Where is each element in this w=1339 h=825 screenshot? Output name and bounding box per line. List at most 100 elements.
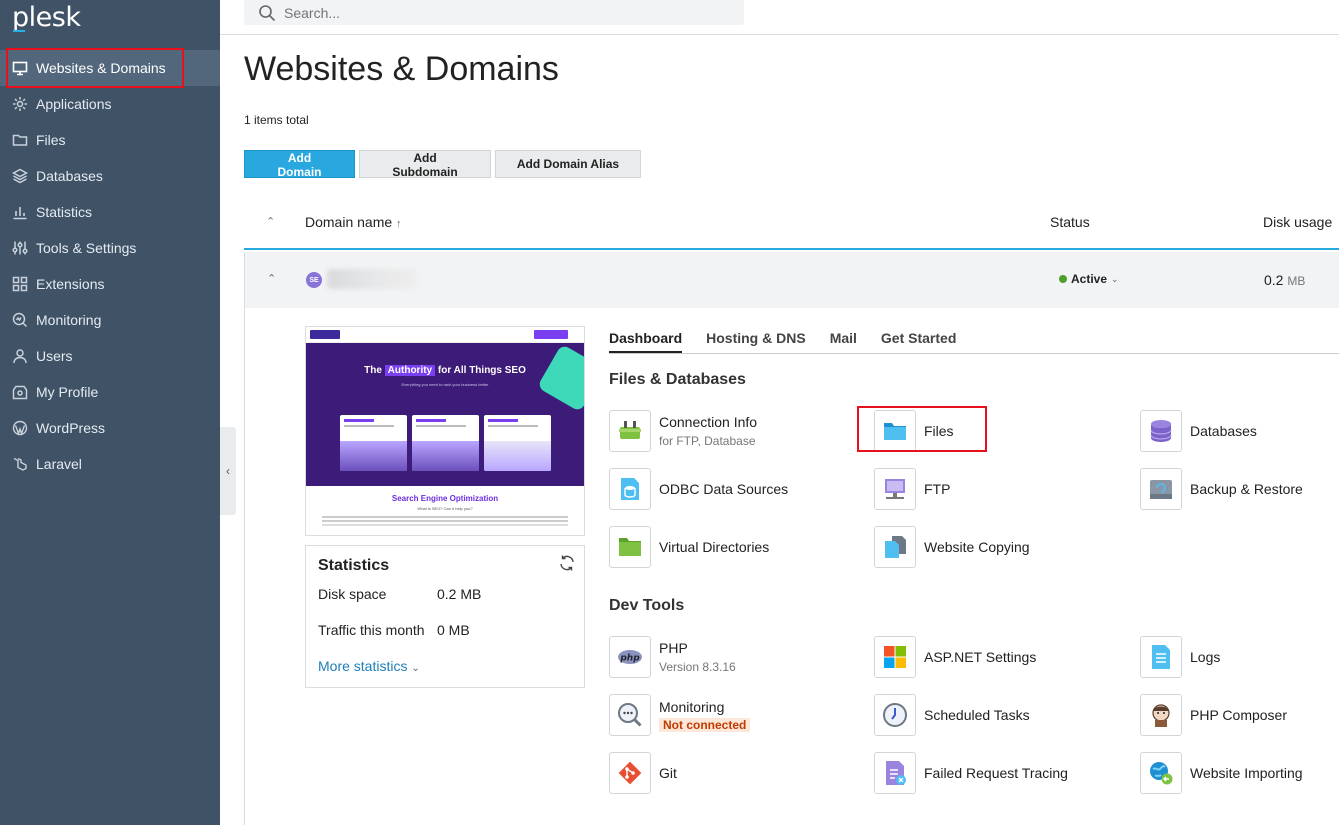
sidebar-item-monitoring[interactable]: Monitoring	[0, 302, 220, 338]
tool-label: Logs	[1190, 649, 1221, 665]
tool-php-composer[interactable]: PHP Composer	[1140, 694, 1287, 736]
svg-text:php: php	[619, 654, 640, 664]
bar-chart-icon	[12, 204, 28, 220]
tool-website-importing[interactable]: Website Importing	[1140, 752, 1303, 794]
tool-php[interactable]: php PHP Version 8.3.16	[609, 636, 736, 678]
sidebar-item-laravel[interactable]: Laravel	[0, 446, 220, 482]
column-status: Status	[1050, 214, 1090, 230]
sort-arrow-icon: ↑	[396, 218, 402, 230]
preview-card	[484, 415, 551, 471]
sidebar-item-label: Databases	[36, 168, 103, 184]
collapse-all-icon[interactable]: ⌃	[266, 215, 275, 228]
tool-label: PHP	[659, 640, 688, 656]
gear-icon	[12, 96, 28, 112]
sidebar-item-my-profile[interactable]: My Profile	[0, 374, 220, 410]
folder-icon	[12, 132, 28, 148]
tool-label: Virtual Directories	[659, 539, 770, 555]
git-icon	[609, 752, 651, 794]
sidebar-item-extensions[interactable]: Extensions	[0, 266, 220, 302]
tool-label: FTP	[924, 481, 951, 497]
domain-tabs: Dashboard Hosting & DNS Mail Get Started	[609, 330, 1339, 354]
sidebar-item-applications[interactable]: Applications	[0, 86, 220, 122]
tab-get-started[interactable]: Get Started	[881, 330, 956, 353]
tool-backup-restore[interactable]: Backup & Restore	[1140, 468, 1303, 510]
refresh-icon[interactable]	[558, 554, 576, 572]
sidebar-item-files[interactable]: Files	[0, 122, 220, 158]
statistics-title: Statistics	[318, 557, 390, 574]
copy-icon	[874, 526, 916, 568]
tool-logs[interactable]: Logs	[1140, 636, 1220, 678]
preview-decoration	[536, 343, 584, 413]
chevron-down-icon: ⌄	[1111, 273, 1119, 284]
tool-website-copying[interactable]: Website Copying	[874, 526, 1030, 568]
table-header: ⌃ Domain name ↑ Status Disk usage	[244, 205, 1339, 250]
tool-virtual-directories[interactable]: Virtual Directories	[609, 526, 769, 568]
sidebar-collapse-toggle[interactable]: ‹	[220, 427, 236, 515]
failed-request-icon	[874, 752, 916, 794]
tool-label: ASP.NET Settings	[924, 649, 1037, 665]
tab-mail[interactable]: Mail	[830, 330, 857, 353]
site-favicon: SE	[306, 272, 322, 288]
chevron-up-icon[interactable]: ⌃	[267, 272, 276, 285]
add-domain-alias-button[interactable]: Add Domain Alias	[495, 150, 641, 178]
sidebar-item-statistics[interactable]: Statistics	[0, 194, 220, 230]
tool-label: Website Copying	[924, 539, 1030, 555]
sidebar-item-label: Laravel	[36, 456, 82, 472]
not-connected-badge: Not connected	[659, 717, 751, 732]
windows-icon	[874, 636, 916, 678]
search-icon	[259, 4, 276, 21]
tool-databases[interactable]: Databases	[1140, 410, 1257, 452]
website-preview[interactable]: The Authority for All Things SEO Everyth…	[305, 326, 585, 536]
magnifier-icon	[609, 694, 651, 736]
column-domain-name[interactable]: Domain name ↑	[305, 214, 402, 230]
tab-dashboard[interactable]: Dashboard	[609, 330, 683, 353]
status-badge[interactable]: Active ⌄	[1059, 272, 1119, 286]
laravel-icon	[12, 456, 28, 472]
sidebar-item-tools-settings[interactable]: Tools & Settings	[0, 230, 220, 266]
sidebar-item-users[interactable]: Users	[0, 338, 220, 374]
plug-icon	[609, 410, 651, 452]
section-files-databases: Files & Databases	[609, 371, 746, 388]
statistics-card: Statistics Disk space 0.2 MB Traffic thi…	[305, 545, 585, 688]
chevron-down-icon: ⌄	[411, 663, 420, 674]
sidebar-item-label: Tools & Settings	[36, 240, 137, 256]
tool-git[interactable]: Git	[609, 752, 677, 794]
tool-odbc[interactable]: ODBC Data Sources	[609, 468, 788, 510]
sidebar-item-websites-domains[interactable]: Websites & Domains	[0, 50, 220, 86]
tool-label: ODBC Data Sources	[659, 481, 789, 497]
tool-aspnet-settings[interactable]: ASP.NET Settings	[874, 636, 1036, 678]
tool-label: Website Importing	[1190, 765, 1303, 781]
search-box[interactable]	[244, 0, 744, 25]
tool-failed-request-tracing[interactable]: Failed Request Tracing	[874, 752, 1068, 794]
sidebar-item-databases[interactable]: Databases	[0, 158, 220, 194]
items-total: 1 items total	[244, 113, 309, 127]
tool-connection-info[interactable]: Connection Info for FTP, Database	[609, 410, 757, 452]
add-subdomain-button[interactable]: Add Subdomain	[359, 150, 491, 179]
plesk-logo[interactable]: plesk	[12, 2, 81, 33]
profile-icon	[12, 384, 28, 400]
tool-label: Scheduled Tasks	[924, 707, 1030, 723]
preview-hero: The Authority for All Things SEO Everyth…	[306, 343, 584, 486]
tab-hosting-dns[interactable]: Hosting & DNS	[706, 330, 806, 353]
domain-name-redacted[interactable]	[327, 269, 417, 289]
tool-sublabel: Version 8.3.16	[659, 660, 736, 674]
tool-monitoring[interactable]: Monitoring Not connected	[609, 694, 751, 736]
tool-label: PHP Composer	[1190, 707, 1288, 723]
sidebar-item-label: Extensions	[36, 276, 105, 292]
preview-section-title: Search Engine Optimization	[391, 494, 499, 503]
tool-label: Files	[924, 423, 954, 439]
preview-question: What is SEO? Can it help you?	[417, 506, 473, 511]
add-domain-button[interactable]: Add Domain	[244, 150, 355, 179]
search-input[interactable]	[284, 4, 704, 21]
status-text: Active	[1071, 272, 1108, 286]
ftp-icon	[874, 468, 916, 510]
table-row[interactable]: ⌃ SE Active ⌄ 0.2 MB	[244, 252, 1339, 308]
sidebar-item-wordpress[interactable]: WordPress	[0, 410, 220, 446]
tool-ftp[interactable]: FTP	[874, 468, 950, 510]
tool-files[interactable]: Files	[874, 410, 954, 452]
tool-scheduled-tasks[interactable]: Scheduled Tasks	[874, 694, 1030, 736]
section-dev-tools: Dev Tools	[609, 597, 685, 614]
odbc-icon	[609, 468, 651, 510]
more-statistics-link[interactable]: More statistics ⌄	[318, 658, 420, 674]
sidebar-item-label: Monitoring	[36, 312, 102, 328]
